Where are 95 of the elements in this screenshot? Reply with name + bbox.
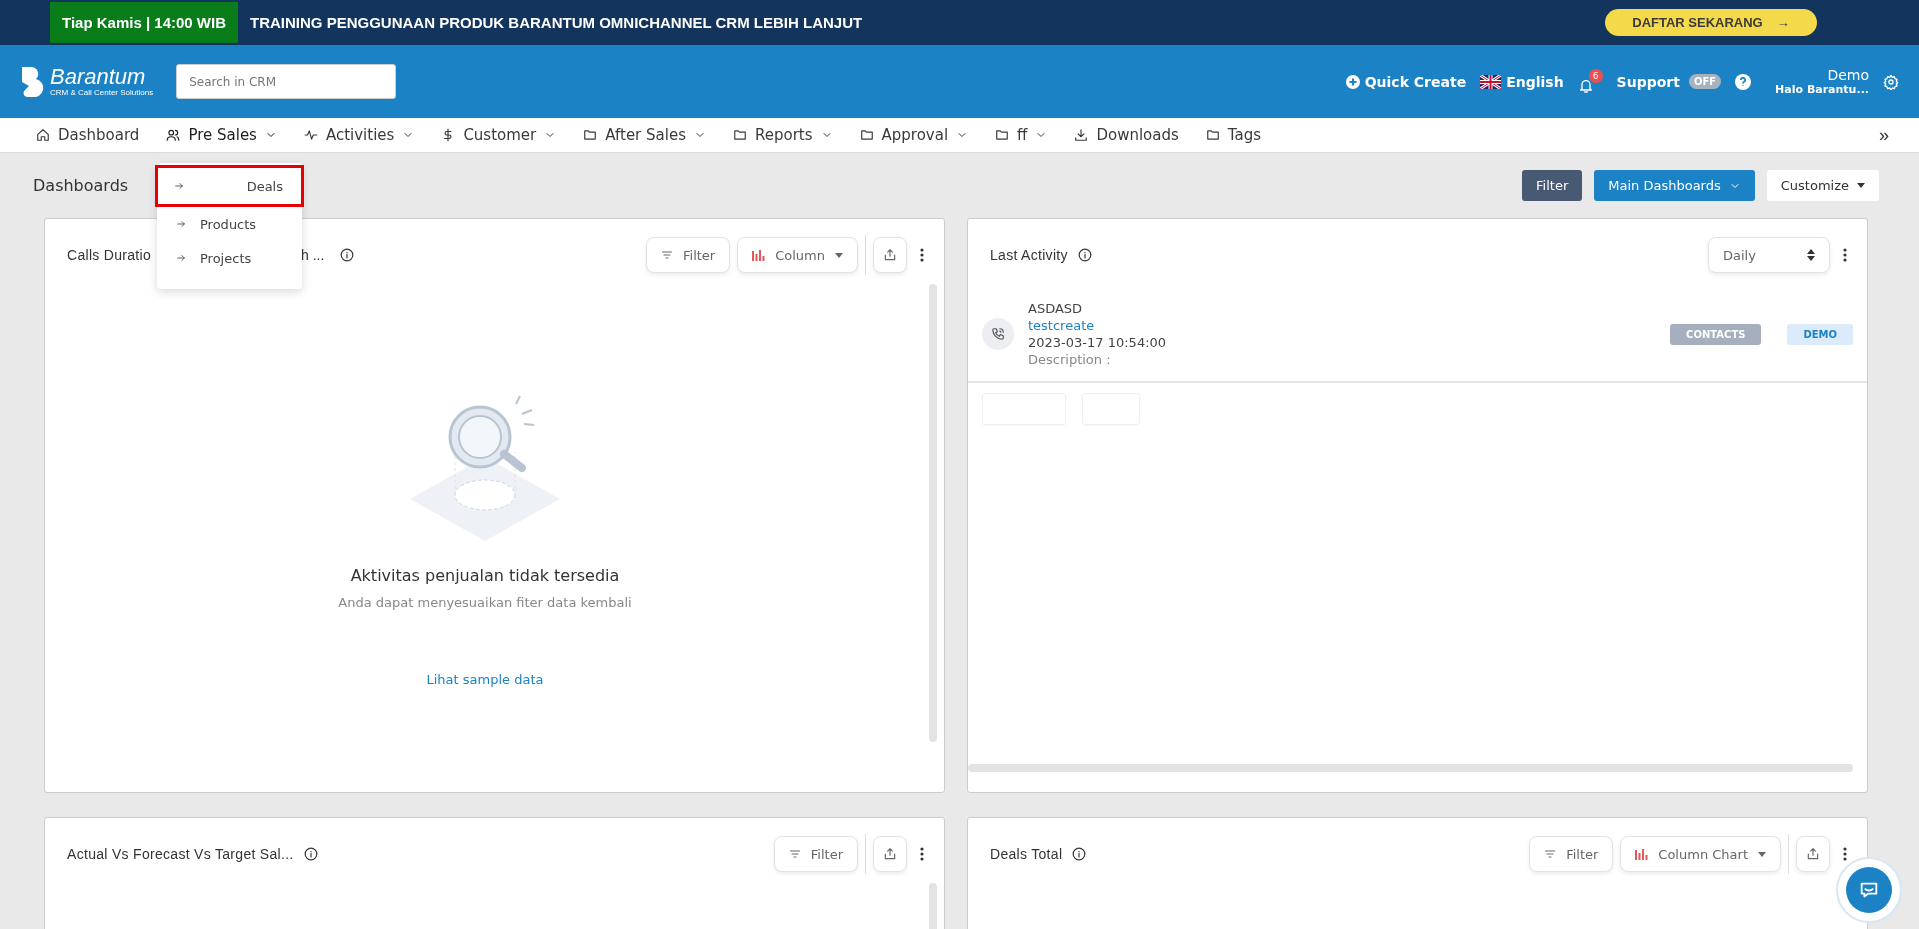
support-button[interactable]: Support OFF <box>1616 73 1722 90</box>
more-vertical-icon <box>1843 847 1847 861</box>
filter-button[interactable]: Filter <box>646 237 731 273</box>
info-icon <box>303 847 318 861</box>
activity-tag: CONTACTS <box>1670 323 1762 345</box>
customize-button[interactable]: Customize <box>1766 170 1879 201</box>
more-vertical-icon <box>920 248 924 262</box>
activity-time: 2023-03-17 10:54:00 <box>1028 335 1167 350</box>
export-button[interactable] <box>873 237 907 273</box>
schedule-badge: Tiap Kamis | 14:00 WIB <box>50 2 238 43</box>
logo-icon <box>20 66 44 97</box>
upload-icon <box>883 847 897 861</box>
activity-tag: DEMO <box>1787 323 1853 345</box>
caret-icon <box>1857 183 1865 188</box>
empty-state-title: Aktivitas penjualan tidak tersedia <box>350 566 620 585</box>
nav-menu-item[interactable]: Tags <box>1205 126 1262 144</box>
dropdown-item[interactable]: Deals <box>155 165 304 207</box>
nav-menu-item[interactable]: Approval <box>859 126 969 144</box>
dropdown-item[interactable]: Products <box>157 207 302 241</box>
home-icon <box>36 128 50 142</box>
activity-link[interactable]: testcreate <box>1028 318 1167 333</box>
chart-type-dropdown[interactable]: Column Chart <box>1620 836 1781 872</box>
search-field[interactable]: Search in CRM <box>176 64 397 99</box>
more-menu-button[interactable]: » <box>1869 124 1899 146</box>
widget-title: h ... <box>301 247 325 263</box>
folder-icon <box>1205 128 1220 142</box>
scrollbar[interactable] <box>968 764 1853 772</box>
flag-icon <box>1480 74 1502 89</box>
caret-icon <box>835 252 843 258</box>
more-vertical-icon <box>920 847 924 861</box>
bar-chart-icon <box>1635 848 1649 860</box>
bar-chart-icon <box>752 249 766 261</box>
logo-tagline: CRM & Call Center Solutions <box>50 88 154 97</box>
sample-data-link[interactable]: Lihat sample data <box>426 672 544 687</box>
filter-button[interactable]: Filter <box>1522 170 1583 201</box>
widget-title: Calls Duratio <box>67 247 152 263</box>
pulse-icon <box>303 128 318 142</box>
caret-icon <box>1758 851 1766 857</box>
register-button[interactable]: DAFTAR SEKARANG → <box>1605 9 1817 36</box>
filter-icon <box>1544 848 1557 860</box>
more-vertical-icon <box>1843 248 1847 262</box>
bell-icon <box>1577 78 1594 94</box>
nav-menu-item[interactable]: Reports <box>732 126 833 144</box>
info-icon <box>340 248 355 262</box>
nav-menu-item[interactable]: After Sales <box>583 126 706 144</box>
language-button[interactable]: English <box>1480 73 1564 90</box>
help-icon[interactable] <box>1735 73 1752 90</box>
nav-menu-item[interactable]: Dashboard <box>36 126 140 144</box>
scrollbar[interactable] <box>929 284 937 742</box>
export-button[interactable] <box>1796 836 1830 872</box>
page-title: Dashboards <box>33 176 129 195</box>
promo-headline: TRAINING PENGGUNAAN PRODUK BARANTUM OMNICHANNEL CRM LEBIH LANJUT <box>250 14 863 31</box>
filter-icon <box>788 848 801 860</box>
folder-icon <box>583 128 598 142</box>
dashboard-select[interactable]: Main Dashboards <box>1594 170 1755 201</box>
filter-button[interactable]: Filter <box>773 836 858 872</box>
users-icon <box>166 128 181 142</box>
sort-arrows-icon <box>1807 249 1815 261</box>
empty-state-text: Anda dapat menyesuaikan fiter data kembali <box>338 595 632 610</box>
nav-menu-item[interactable]: Customer <box>441 126 557 144</box>
info-icon <box>1077 248 1092 262</box>
chart-type-dropdown[interactable]: Column <box>737 237 858 273</box>
export-button[interactable] <box>873 836 907 872</box>
logo-wordmark: Barantum <box>50 66 147 88</box>
notification-count: 6 <box>1588 69 1603 83</box>
plus-circle-icon <box>1345 74 1360 89</box>
upload-icon <box>1806 847 1820 861</box>
activity-description: Description : <box>1028 352 1112 367</box>
activity-name: ASDASD <box>1028 301 1084 316</box>
period-select[interactable]: Daily <box>1708 237 1830 273</box>
notification-button[interactable]: 6 <box>1577 69 1603 94</box>
nav-menu-item[interactable]: Activities <box>303 126 415 144</box>
phone-glyph <box>991 327 1005 341</box>
arrow-right-icon <box>176 219 186 229</box>
nav-menu-item[interactable]: Pre Sales <box>166 126 277 144</box>
user-greeting: Halo Barantu... <box>1775 83 1869 96</box>
filter-icon <box>661 249 673 261</box>
quick-create-button[interactable]: Quick Create <box>1345 73 1467 90</box>
arrow-right-icon <box>176 253 186 263</box>
info-icon <box>1072 847 1087 861</box>
folder-icon <box>732 128 747 142</box>
arrow-right-icon <box>174 181 184 191</box>
dropdown-item[interactable]: Projects <box>157 241 302 275</box>
widget-title: Actual Vs Forecast Vs Target Sal... <box>67 846 294 862</box>
settings-icon <box>1883 73 1899 90</box>
user-name: Demo <box>1827 67 1869 83</box>
filter-button[interactable]: Filter <box>1529 836 1614 872</box>
widget-title: Last Activity <box>990 247 1068 263</box>
upload-icon <box>883 248 897 262</box>
nav-menu-item[interactable]: ff <box>995 126 1048 144</box>
download-icon <box>1074 128 1089 142</box>
nav-menu-item[interactable]: Downloads <box>1074 126 1179 144</box>
folder-icon <box>859 128 874 142</box>
folder-icon <box>995 128 1010 142</box>
widget-title: Deals Total <box>990 846 1063 862</box>
